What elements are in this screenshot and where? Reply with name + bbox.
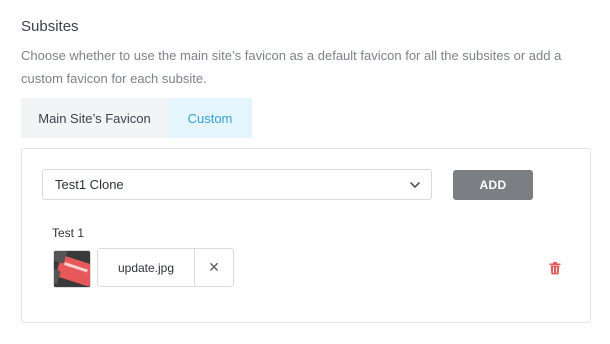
close-icon[interactable]: ✕ — [195, 249, 233, 286]
custom-favicon-panel: Test1 Clone ADD Test 1 update.jpg ✕ — [21, 148, 591, 323]
tab-main-site-favicon[interactable]: Main Site’s Favicon — [21, 98, 168, 138]
subsite-name: Test 1 — [52, 226, 85, 240]
image-thumbnail-icon — [53, 250, 91, 288]
subsite-select[interactable]: Test1 Clone — [42, 169, 432, 200]
section-title: Subsites — [21, 18, 79, 35]
file-name: update.jpg — [98, 249, 195, 286]
chevron-down-icon — [410, 182, 420, 188]
trash-icon[interactable] — [549, 262, 561, 275]
section-description: Choose whether to use the main site’s fa… — [21, 48, 562, 86]
tab-custom[interactable]: Custom — [168, 98, 252, 138]
favicon-mode-tabs: Main Site’s Favicon Custom — [21, 98, 252, 138]
add-button[interactable]: ADD — [453, 170, 533, 200]
subsite-select-value: Test1 Clone — [55, 177, 124, 192]
uploaded-file-field: update.jpg ✕ — [97, 248, 234, 287]
